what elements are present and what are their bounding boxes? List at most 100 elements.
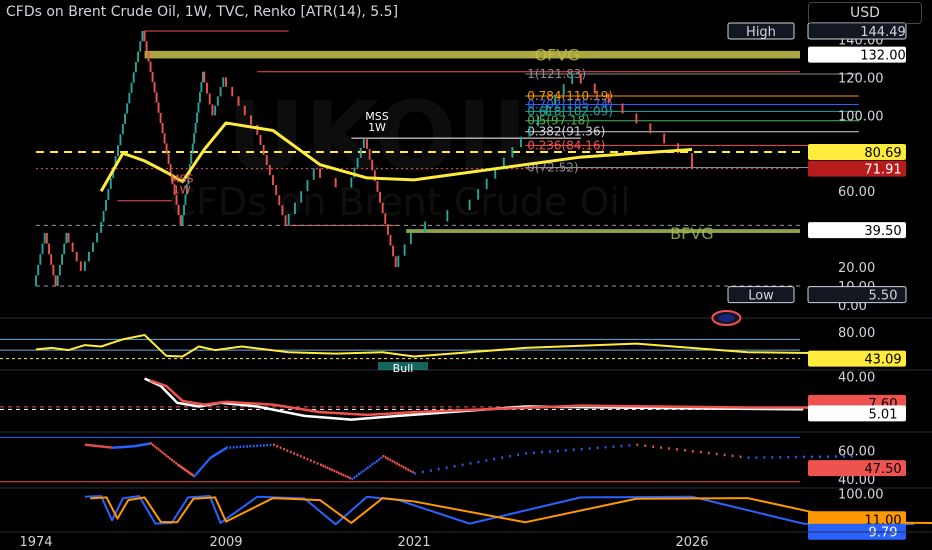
- osc-dot: [328, 467, 331, 471]
- osc-dot: [827, 455, 829, 458]
- price-label: 71.91: [864, 163, 901, 178]
- renko-brick: [134, 61, 137, 73]
- osc-dot: [313, 460, 316, 464]
- chart-canvas[interactable]: UKOILCFDs on Brent Crude Oil OFVG BFVG 1(12…: [0, 0, 932, 550]
- renko-brick: [272, 175, 274, 186]
- osc-dot: [355, 474, 358, 478]
- renko-brick: [691, 153, 693, 169]
- osc-dot: [286, 449, 289, 452]
- renko-brick: [366, 138, 368, 149]
- osc-dot: [652, 445, 655, 448]
- osc-dot: [349, 476, 351, 480]
- osc-dot: [94, 444, 97, 448]
- renko-brick: [268, 165, 271, 176]
- renko-brick: [194, 122, 197, 134]
- osc-dot: [161, 451, 164, 454]
- renko-brick: [35, 275, 37, 287]
- renko-brick: [161, 123, 164, 134]
- renko-brick: [147, 51, 150, 62]
- osc-dot: [293, 452, 295, 455]
- osc-dot: [421, 470, 424, 474]
- osc-dot: [572, 448, 575, 451]
- renko-brick: [386, 224, 389, 235]
- osc-dot: [346, 475, 349, 479]
- osc-dot: [580, 447, 583, 451]
- renko-brick: [79, 261, 82, 271]
- fib-level-label: 0.382(91.36): [527, 125, 605, 139]
- osc-dot: [306, 457, 309, 461]
- renko-brick: [153, 82, 156, 93]
- osc-dot: [384, 456, 387, 459]
- renko-brick: [379, 191, 382, 203]
- osc-dot: [556, 449, 559, 453]
- price-label-tag: High: [746, 25, 776, 40]
- osc-dot: [121, 445, 124, 449]
- osc-dot: [232, 446, 235, 449]
- watermark-description: CFDs on Brent Crude Oil: [169, 180, 630, 224]
- renko-brick: [607, 93, 610, 104]
- osc-dot: [276, 445, 279, 448]
- osc-dot: [96, 444, 99, 448]
- osc-dot: [596, 446, 599, 450]
- osc-dot: [364, 468, 367, 471]
- osc-dot: [173, 460, 176, 464]
- renko-brick: [287, 213, 290, 226]
- renko-brick: [119, 134, 122, 146]
- osc-dot: [362, 469, 365, 473]
- osc-dot: [509, 455, 512, 458]
- renko-brick: [485, 178, 488, 190]
- osc-dot: [289, 450, 292, 454]
- osc-dot: [118, 446, 121, 449]
- osc-dot: [692, 450, 694, 453]
- renko-brick: [275, 185, 278, 196]
- osc-dot: [249, 445, 252, 448]
- osc-dot: [337, 471, 340, 475]
- macd-axis-tick: 40.00: [838, 371, 875, 386]
- fvg-zone: [406, 229, 800, 233]
- renko-brick: [183, 204, 185, 216]
- osc-dot: [469, 462, 472, 465]
- chart-title: CFDs on Brent Crude Oil, 1W, TVC, Renko …: [6, 4, 399, 20]
- renko-brick: [63, 243, 66, 255]
- renko-brick: [56, 275, 59, 287]
- renko-brick: [256, 124, 259, 135]
- renko-brick: [48, 243, 50, 255]
- osc-dot: [407, 468, 410, 471]
- renko-brick: [537, 115, 539, 127]
- osc-dot: [402, 466, 405, 469]
- osc-dot: [393, 461, 396, 464]
- osc-dot: [453, 465, 456, 468]
- osc-dot: [322, 464, 325, 468]
- renko-brick: [128, 92, 131, 104]
- osc-dot: [333, 469, 336, 473]
- price-label: 39.50: [864, 224, 901, 239]
- osc-dot: [351, 477, 354, 481]
- renko-brick: [41, 243, 44, 255]
- osc-dot: [411, 470, 414, 474]
- renko-brick: [376, 181, 379, 192]
- mss-sublabel: 1W: [368, 121, 386, 134]
- renko-brick: [193, 133, 196, 144]
- osc-dot: [378, 458, 380, 461]
- renko-brick: [39, 254, 42, 265]
- osc-dot: [86, 443, 89, 447]
- renko-brick: [165, 143, 168, 154]
- osc-dot: [256, 444, 259, 448]
- price-axis-tick: 60.00: [838, 185, 875, 200]
- currency-button[interactable]: USD: [808, 2, 922, 24]
- renko-brick: [579, 73, 582, 84]
- osc-dot: [389, 458, 392, 462]
- osc-dot: [100, 445, 103, 448]
- osc-dot: [747, 456, 750, 459]
- osc-dot: [811, 455, 813, 459]
- renko-brick: [225, 77, 227, 87]
- osc-dot: [360, 471, 363, 474]
- price-label: 5.50: [869, 289, 898, 304]
- osc-dot: [122, 445, 125, 449]
- renko-brick: [319, 168, 321, 178]
- osc-dot: [588, 447, 591, 450]
- renko-brick: [409, 232, 412, 245]
- renko-brick: [359, 147, 362, 158]
- osc-dot: [668, 447, 670, 450]
- renko-brick: [117, 145, 119, 157]
